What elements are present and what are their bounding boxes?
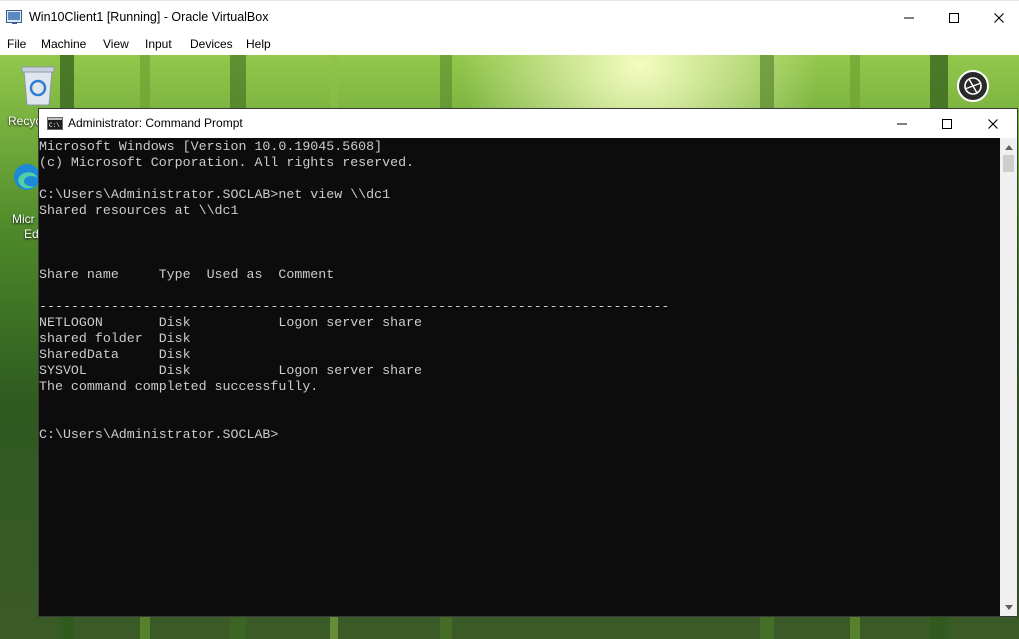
console-line: C:\Users\Administrator.SOCLAB>net view \…: [39, 187, 391, 202]
close-icon: [994, 12, 1004, 23]
menu-help[interactable]: Help: [246, 37, 271, 51]
console-output[interactable]: Microsoft Windows [Version 10.0.19045.56…: [39, 138, 1000, 616]
user-avatar-icon[interactable]: [956, 69, 990, 103]
maximize-icon: [942, 118, 952, 129]
cmd-window-title: Administrator: Command Prompt: [68, 116, 243, 130]
console-line: Share name Type Used as Comment: [39, 267, 335, 282]
svg-text:C:\: C:\: [49, 122, 60, 129]
cmd-close-button[interactable]: [970, 109, 1016, 138]
window-title: Win10Client1 [Running] - Oracle VirtualB…: [29, 10, 269, 24]
console-line: SharedData Disk: [39, 347, 191, 362]
scroll-up-arrow-icon[interactable]: [1000, 138, 1017, 155]
console-line: Microsoft Windows [Version 10.0.19045.56…: [39, 139, 383, 154]
maximize-button[interactable]: [931, 1, 977, 34]
menu-input[interactable]: Input: [145, 37, 172, 51]
virtualbox-menubar: File Machine View Input Devices Help: [0, 33, 1019, 55]
command-prompt-window: C:\ Administrator: Command Prompt Micros…: [38, 108, 1018, 617]
cmd-titlebar: C:\ Administrator: Command Prompt: [39, 109, 1017, 138]
menu-file[interactable]: File: [7, 37, 26, 51]
minimize-icon: [897, 123, 907, 124]
edge-label-line1: Micr: [12, 212, 35, 226]
console-line: ----------------------------------------…: [39, 299, 670, 314]
minimize-icon: [904, 17, 914, 18]
console-line: shared folder Disk: [39, 331, 191, 346]
virtualbox-titlebar: Win10Client1 [Running] - Oracle VirtualB…: [0, 0, 1019, 33]
virtualbox-app-icon: [6, 9, 23, 25]
menu-view[interactable]: View: [103, 37, 129, 51]
recycle-bin-label: Recyc: [8, 114, 42, 128]
menu-machine[interactable]: Machine: [41, 37, 86, 51]
minimize-button[interactable]: [886, 1, 932, 34]
cmd-minimize-button[interactable]: [879, 109, 925, 138]
menu-devices[interactable]: Devices: [190, 37, 233, 51]
scroll-down-arrow-icon[interactable]: [1000, 599, 1017, 616]
close-button[interactable]: [976, 1, 1019, 34]
console-line: SYSVOL Disk Logon server share: [39, 363, 423, 378]
scrollbar-thumb[interactable]: [1003, 155, 1014, 172]
edge-label-line2: Ed: [24, 227, 39, 241]
cmd-app-icon: C:\: [47, 117, 63, 130]
console-prompt-line: C:\Users\Administrator.SOCLAB>: [39, 427, 279, 442]
vertical-scrollbar[interactable]: [1000, 138, 1017, 616]
console-line: (c) Microsoft Corporation. All rights re…: [39, 155, 415, 170]
maximize-icon: [949, 12, 959, 23]
cmd-maximize-button[interactable]: [924, 109, 970, 138]
console-line: The command completed successfully.: [39, 379, 319, 394]
console-line: Shared resources at \\dc1: [39, 203, 239, 218]
console-line: NETLOGON Disk Logon server share: [39, 315, 423, 330]
recycle-bin-icon[interactable]: [18, 63, 58, 107]
close-icon: [988, 118, 998, 129]
